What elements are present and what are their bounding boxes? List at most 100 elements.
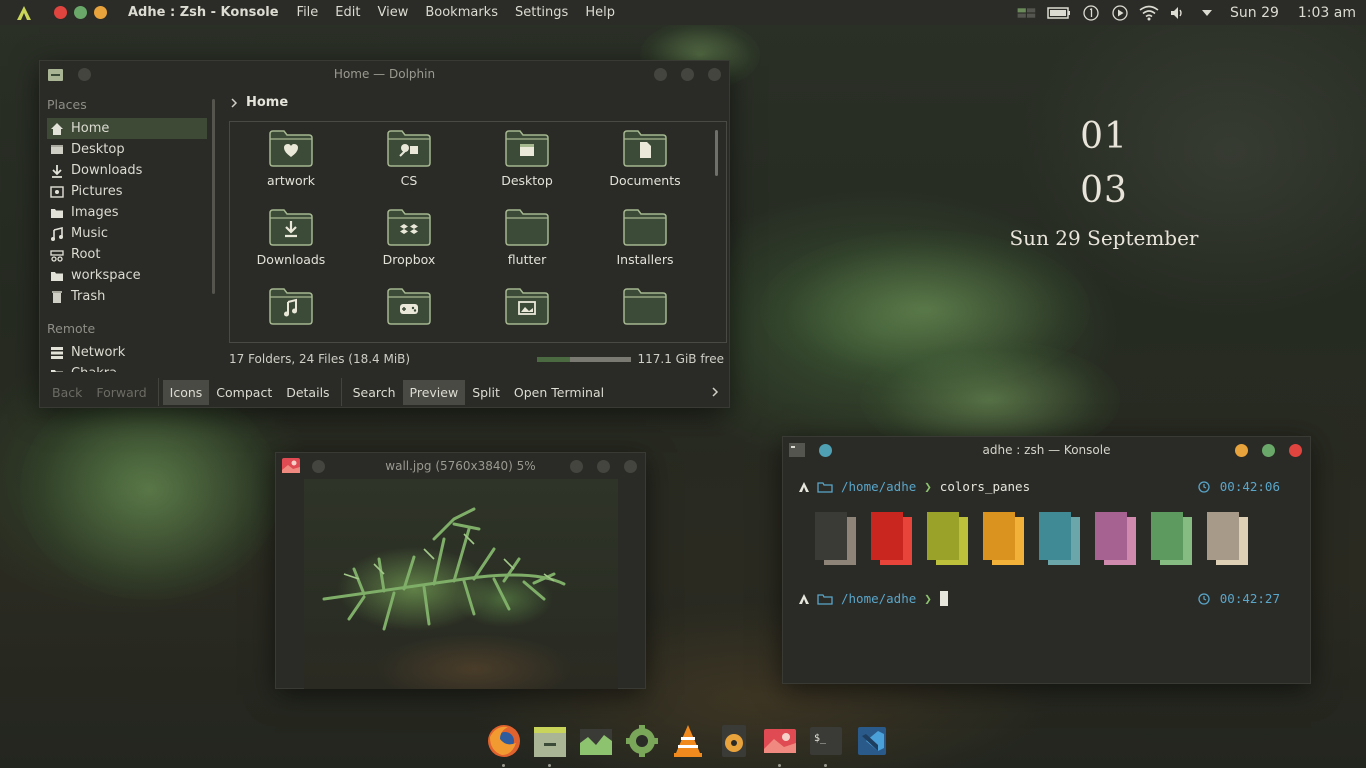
file-item[interactable] bbox=[354, 286, 464, 331]
minimize-button[interactable] bbox=[654, 68, 667, 81]
background-foliage bbox=[20, 380, 280, 600]
dolphin-app-icon[interactable] bbox=[48, 67, 63, 82]
close-button[interactable] bbox=[708, 68, 721, 81]
color-pane-dark bbox=[1207, 512, 1239, 560]
sidebar-item-label: workspace bbox=[71, 268, 141, 283]
konsole-app-icon[interactable] bbox=[789, 443, 805, 457]
vlc-icon[interactable] bbox=[669, 722, 707, 760]
vscode-icon[interactable] bbox=[853, 722, 891, 760]
panel-date[interactable]: Sun 29 bbox=[1230, 5, 1279, 21]
minimize-button[interactable] bbox=[1235, 444, 1248, 457]
close-button[interactable] bbox=[624, 460, 637, 473]
sidebar-item-trash[interactable]: Trash bbox=[47, 286, 207, 307]
file-item[interactable] bbox=[236, 286, 346, 331]
maximize-window-button[interactable] bbox=[74, 6, 87, 19]
color-pane-dark bbox=[1151, 512, 1183, 560]
file-item[interactable]: Installers bbox=[590, 207, 700, 267]
system-monitor-icon[interactable] bbox=[577, 722, 615, 760]
firefox-icon[interactable] bbox=[485, 722, 523, 767]
sidebar-item-images[interactable]: Images bbox=[47, 202, 207, 223]
viewer-titlebar[interactable]: wall.jpg (5760x3840) 5% bbox=[276, 453, 645, 479]
clock-minute: 03 bbox=[1080, 170, 1128, 211]
menu-view[interactable]: View bbox=[377, 5, 408, 20]
prompt-line-2[interactable]: /home/adhe ❯ bbox=[799, 591, 948, 606]
konsole-titlebar[interactable]: adhe : zsh — Konsole bbox=[783, 437, 1310, 463]
maximize-button[interactable] bbox=[1262, 444, 1275, 457]
volume-icon[interactable] bbox=[1168, 5, 1188, 21]
disk-usage-fill bbox=[537, 356, 571, 362]
places-scrollbar[interactable] bbox=[212, 99, 215, 294]
file-item[interactable]: CS bbox=[354, 128, 464, 188]
clock-icon bbox=[1198, 480, 1210, 493]
split-button[interactable]: Split bbox=[465, 380, 507, 405]
sidebar-item-workspace[interactable]: workspace bbox=[47, 265, 207, 286]
file-item[interactable]: Desktop bbox=[472, 128, 582, 188]
image-viewer-app-icon[interactable] bbox=[282, 458, 300, 473]
dolphin-titlebar[interactable]: Home — Dolphin bbox=[40, 61, 729, 87]
toolbar-overflow-icon[interactable] bbox=[711, 387, 719, 397]
network-icon bbox=[50, 346, 64, 360]
places-heading: Places bbox=[47, 97, 87, 112]
menu-help[interactable]: Help bbox=[585, 5, 615, 20]
sidebar-item-chakra[interactable]: Chakra bbox=[47, 363, 207, 372]
settings-icon[interactable] bbox=[623, 722, 661, 760]
file-item[interactable]: artwork bbox=[236, 128, 346, 188]
details-view-button[interactable]: Details bbox=[279, 380, 336, 405]
file-name: Dropbox bbox=[382, 252, 436, 267]
compact-view-button[interactable]: Compact bbox=[209, 380, 279, 405]
menu-file[interactable]: File bbox=[297, 5, 319, 20]
search-button[interactable]: Search bbox=[346, 380, 403, 405]
prompt-line-1[interactable]: /home/adhe ❯ colors_panes bbox=[799, 479, 1030, 494]
sidebar-item-root[interactable]: Root bbox=[47, 244, 207, 265]
panel-time[interactable]: 1:03 am bbox=[1298, 5, 1356, 21]
file-item[interactable]: Downloads bbox=[236, 207, 346, 267]
sidebar-item-downloads[interactable]: Downloads bbox=[47, 160, 207, 181]
pin-button[interactable] bbox=[819, 444, 832, 457]
sidebar-item-label: Root bbox=[71, 247, 101, 262]
sidebar-item-music[interactable]: Music bbox=[47, 223, 207, 244]
pager-icon[interactable] bbox=[1017, 5, 1037, 21]
file-view-scrollbar[interactable] bbox=[715, 130, 718, 176]
sidebar-item-desktop[interactable]: Desktop bbox=[47, 139, 207, 160]
pin-button[interactable] bbox=[78, 68, 91, 81]
file-item[interactable] bbox=[590, 286, 700, 331]
minimize-button[interactable] bbox=[570, 460, 583, 473]
file-item[interactable]: Dropbox bbox=[354, 207, 464, 267]
menu-edit[interactable]: Edit bbox=[335, 5, 360, 20]
files-icon[interactable] bbox=[531, 722, 569, 767]
icons-view-button[interactable]: Icons bbox=[162, 379, 210, 405]
breadcrumb-home[interactable]: Home bbox=[246, 95, 288, 110]
maximize-button[interactable] bbox=[597, 460, 610, 473]
forward-button[interactable]: Forward bbox=[89, 380, 153, 405]
menu-bookmarks[interactable]: Bookmarks bbox=[425, 5, 498, 20]
sidebar-item-pictures[interactable]: Pictures bbox=[47, 181, 207, 202]
arrow-down-icon[interactable] bbox=[1197, 5, 1217, 21]
file-item[interactable] bbox=[472, 286, 582, 331]
back-button[interactable]: Back bbox=[45, 380, 89, 405]
folder-icon bbox=[50, 367, 64, 372]
maximize-button[interactable] bbox=[681, 68, 694, 81]
file-item[interactable]: Documents bbox=[590, 128, 700, 188]
breadcrumb[interactable]: Home bbox=[230, 95, 288, 110]
desktop-clock-widget: 01 03 Sun 29 September bbox=[1000, 110, 1208, 250]
menu-settings[interactable]: Settings bbox=[515, 5, 568, 20]
pin-button[interactable] bbox=[312, 460, 325, 473]
wifi-icon[interactable] bbox=[1139, 5, 1159, 21]
close-window-button[interactable] bbox=[54, 6, 67, 19]
app-launcher-icon[interactable] bbox=[16, 5, 32, 21]
terminal-icon[interactable]: $_ bbox=[807, 722, 845, 767]
music-player-icon[interactable] bbox=[715, 722, 753, 760]
media-play-icon[interactable] bbox=[1110, 4, 1130, 21]
notifications-icon[interactable] bbox=[1081, 4, 1101, 21]
prompt-time-1: 00:42:06 bbox=[1198, 479, 1280, 494]
image-viewer-icon[interactable] bbox=[761, 722, 799, 767]
battery-icon[interactable] bbox=[1046, 5, 1072, 21]
sidebar-item-network[interactable]: Network bbox=[47, 342, 207, 363]
file-item[interactable]: flutter bbox=[472, 207, 582, 267]
minimize-window-button[interactable] bbox=[94, 6, 107, 19]
open-terminal-button[interactable]: Open Terminal bbox=[507, 380, 611, 405]
close-button[interactable] bbox=[1289, 444, 1302, 457]
sidebar-item-home[interactable]: Home bbox=[47, 118, 207, 139]
preview-button[interactable]: Preview bbox=[402, 379, 466, 405]
terminal-cursor[interactable] bbox=[939, 591, 948, 606]
